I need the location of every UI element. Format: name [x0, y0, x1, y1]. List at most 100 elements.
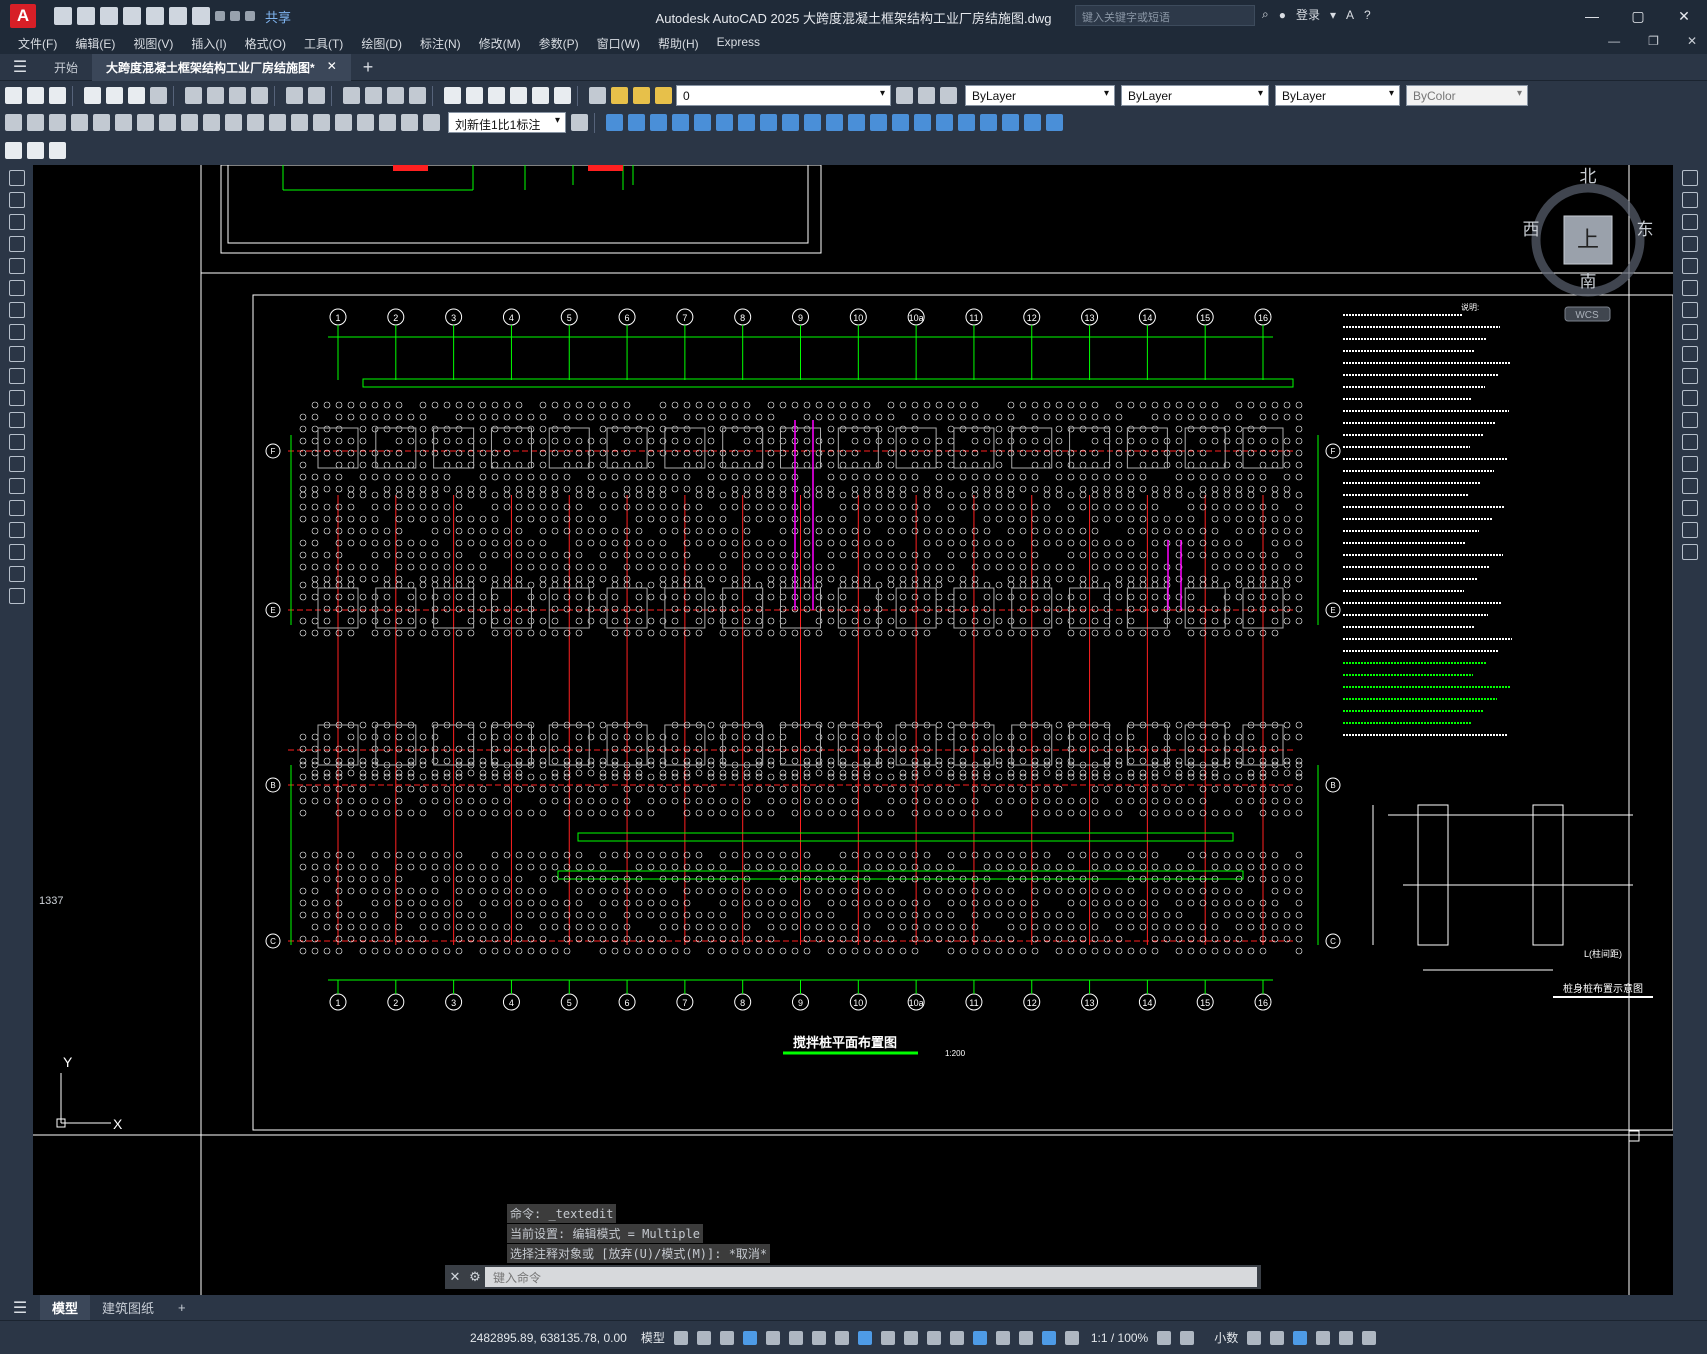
polar-tracking-icon[interactable] [788, 1330, 803, 1345]
login-button[interactable]: 登录 [1296, 6, 1320, 23]
fillet-icon[interactable] [1682, 500, 1698, 516]
construction-line-icon[interactable] [8, 192, 25, 208]
trim-icon[interactable] [1682, 368, 1698, 384]
blend-icon[interactable] [1682, 522, 1698, 538]
modify-erase-icon[interactable] [606, 114, 623, 131]
layer-iso-icon[interactable] [49, 141, 66, 159]
plot-icon[interactable] [84, 87, 101, 104]
match-prop-icon[interactable] [251, 87, 268, 104]
dim-diameter-icon[interactable] [137, 114, 154, 131]
modify-scale-icon[interactable] [760, 114, 777, 131]
plot-preview-icon[interactable] [106, 87, 123, 104]
arc-icon[interactable] [8, 280, 25, 296]
line-icon[interactable] [8, 170, 25, 186]
3d-osnap-icon[interactable] [949, 1330, 964, 1345]
3d-print-icon[interactable] [150, 87, 167, 104]
tab-model[interactable]: 模型 [40, 1295, 91, 1320]
polygon-icon[interactable] [8, 236, 25, 252]
qnew-icon[interactable] [5, 87, 22, 104]
search-icon[interactable]: ⌕ [1262, 7, 1269, 22]
zoom-realtime-icon[interactable] [365, 87, 382, 104]
make-current-icon[interactable] [896, 87, 913, 104]
undo-icon[interactable] [286, 87, 303, 104]
dim-break-icon[interactable] [269, 114, 286, 131]
dim-jogged-icon[interactable] [115, 114, 132, 131]
doc-close-icon[interactable]: ✕ [1687, 34, 1697, 48]
isolate-objects-icon[interactable] [1293, 1330, 1308, 1345]
menu-draw[interactable]: 绘图(D) [361, 32, 402, 54]
circle-icon[interactable] [8, 302, 25, 318]
menu-view[interactable]: 视图(V) [133, 32, 173, 54]
dynamic-input-icon[interactable] [742, 1330, 757, 1345]
layer-properties-icon[interactable] [589, 87, 606, 104]
selection-cycling-icon[interactable] [926, 1330, 941, 1345]
workspace-icon[interactable] [1157, 1330, 1172, 1345]
transparency-icon[interactable] [903, 1330, 918, 1345]
plotstyle-dropdown[interactable]: ByColor [1406, 85, 1528, 106]
offset-icon[interactable] [1682, 236, 1698, 252]
help-icon[interactable]: ? [1364, 8, 1371, 22]
viewcube-west[interactable]: 西 [1523, 220, 1540, 239]
pan-icon[interactable] [343, 87, 360, 104]
stretch-icon[interactable] [1682, 346, 1698, 362]
cart-icon[interactable]: ▾ [1330, 8, 1336, 22]
quick-properties-icon[interactable] [1247, 1330, 1262, 1345]
modify-extend-icon[interactable] [826, 114, 843, 131]
viewcube-east[interactable]: 东 [1637, 220, 1654, 239]
dim-continue-icon[interactable] [225, 114, 242, 131]
new-tab-button[interactable]: + [351, 54, 386, 81]
selection-filter-icon[interactable] [995, 1330, 1010, 1345]
close-icon[interactable]: ✕ [1661, 0, 1707, 32]
menu-parametric[interactable]: 参数(P) [539, 32, 579, 54]
tab-layout1[interactable]: 建筑图纸 [90, 1295, 166, 1320]
point-icon[interactable] [8, 456, 25, 472]
object-snap-tracking-icon[interactable] [834, 1330, 849, 1345]
lineweight-icon[interactable] [880, 1330, 895, 1345]
polyline-icon[interactable] [8, 214, 25, 230]
hamburger-icon[interactable]: ☰ [0, 57, 40, 77]
make-block-icon[interactable] [8, 434, 25, 450]
modify-rotate-icon[interactable] [738, 114, 755, 131]
modify-chamfer-icon[interactable] [892, 114, 909, 131]
new-file-icon[interactable] [54, 7, 72, 25]
auto-scale-icon[interactable] [1064, 1330, 1079, 1345]
layer-state-icon[interactable] [940, 87, 957, 104]
break-at-point-icon[interactable] [1682, 412, 1698, 428]
move-icon[interactable] [1682, 280, 1698, 296]
dimstyle-dropdown[interactable]: 刘新佳1比1标注 [448, 112, 566, 133]
ellipse-arc-icon[interactable] [8, 390, 25, 406]
dim-style-icon[interactable] [571, 114, 588, 131]
clean-screen-icon[interactable] [1339, 1330, 1354, 1345]
menu-insert[interactable]: 插入(I) [191, 32, 226, 54]
modify-array-icon[interactable] [694, 114, 711, 131]
object-snap-icon[interactable] [857, 1330, 872, 1345]
menu-tools[interactable]: 工具(T) [304, 32, 343, 54]
dim-linear-icon[interactable] [5, 114, 22, 131]
doc-minimize-icon[interactable]: — [1608, 34, 1620, 48]
array-icon[interactable] [1682, 258, 1698, 274]
save-icon[interactable] [49, 87, 66, 104]
send-back-icon[interactable] [1002, 114, 1019, 131]
help-icon[interactable] [554, 87, 571, 104]
search-input[interactable]: 键入关键字或短语 [1075, 5, 1255, 26]
command-customize-icon[interactable]: ⚙ [465, 1269, 485, 1285]
insert-block-icon[interactable] [8, 412, 25, 428]
autocad-logo-icon[interactable]: A [10, 4, 36, 28]
cut-icon[interactable] [185, 87, 202, 104]
menu-help[interactable]: 帮助(H) [658, 32, 699, 54]
open-file-icon[interactable] [77, 7, 95, 25]
center-mark-icon[interactable] [313, 114, 330, 131]
layer-previous-icon[interactable] [918, 87, 935, 104]
mtext-icon[interactable] [8, 566, 25, 582]
zoom-previous-icon[interactable] [409, 87, 426, 104]
quick-dim-icon[interactable] [181, 114, 198, 131]
maximize-icon[interactable]: ▢ [1615, 0, 1661, 32]
snap-icon[interactable] [696, 1330, 711, 1345]
dim-text-edit-icon[interactable] [401, 114, 418, 131]
save-as-icon[interactable] [123, 7, 141, 25]
calculator-icon[interactable] [532, 87, 549, 104]
add-layout-button[interactable]: + [166, 1297, 198, 1318]
publish-icon[interactable] [128, 87, 145, 104]
annotation-visibility-icon[interactable] [1041, 1330, 1056, 1345]
modify-join-icon[interactable] [870, 114, 887, 131]
